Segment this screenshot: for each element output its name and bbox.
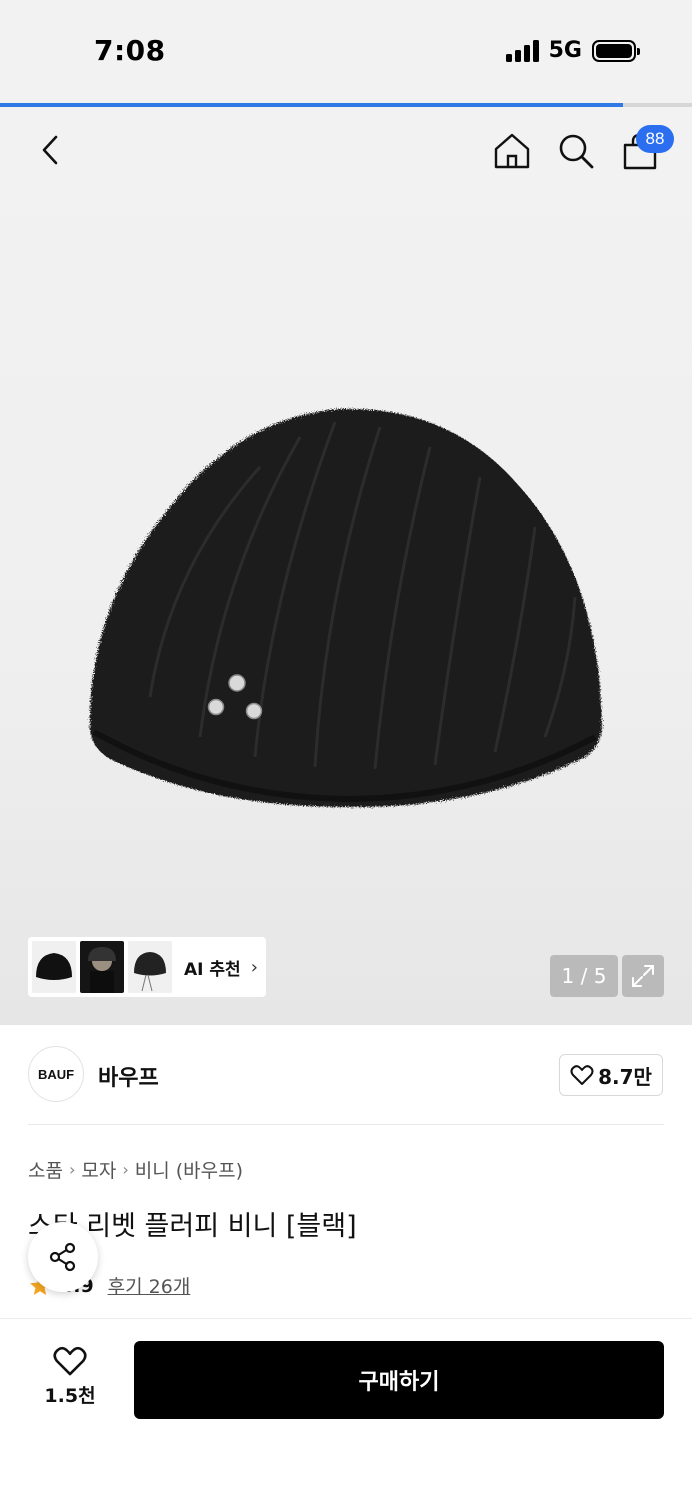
brand-like-count: 8.7만 bbox=[598, 1064, 652, 1089]
signal-icon bbox=[505, 39, 539, 62]
heart-icon bbox=[570, 1065, 594, 1085]
share-button[interactable] bbox=[28, 1222, 98, 1292]
bottom-action-bar: 1.5천 구매하기 bbox=[0, 1318, 692, 1500]
brand-name[interactable]: 바우프 bbox=[98, 1060, 159, 1092]
battery-icon bbox=[592, 39, 640, 62]
review-count-link[interactable]: 후기 26개 bbox=[108, 1272, 191, 1299]
cart-badge[interactable]: 88 bbox=[636, 125, 674, 153]
heart-icon bbox=[53, 1346, 87, 1376]
image-page-indicator: 1 / 5 bbox=[550, 955, 618, 997]
breadcrumb: 소품 › 모자 › 비니 (바우프) bbox=[28, 1156, 243, 1183]
home-icon[interactable] bbox=[492, 131, 532, 171]
chevron-right-icon: › bbox=[68, 1160, 76, 1179]
network-label: 5G bbox=[548, 38, 582, 63]
divider bbox=[28, 1124, 664, 1125]
brand-like-button[interactable]: 8.7만 bbox=[559, 1054, 663, 1096]
breadcrumb-item[interactable]: 모자 bbox=[81, 1156, 116, 1183]
breadcrumb-item[interactable]: 비니 (바우프) bbox=[135, 1156, 243, 1183]
search-icon[interactable] bbox=[556, 131, 596, 171]
share-icon bbox=[49, 1242, 76, 1272]
chevron-right-icon: › bbox=[122, 1160, 129, 1179]
recommendation-thumbnail[interactable] bbox=[80, 941, 124, 993]
ai-recommendation-card[interactable]: AI 추천 › bbox=[28, 937, 266, 997]
expand-icon bbox=[632, 965, 654, 987]
product-gallery[interactable]: 88 AI 추천 › 1 / 5 bbox=[0, 107, 692, 1025]
recommendation-thumbnail[interactable] bbox=[32, 941, 76, 993]
status-time: 7:08 bbox=[94, 34, 166, 67]
expand-button[interactable] bbox=[622, 955, 664, 997]
chevron-right-icon: › bbox=[250, 956, 258, 978]
ai-recommend-label: AI 추천 bbox=[184, 959, 241, 980]
back-icon[interactable] bbox=[34, 133, 68, 167]
status-bar: 7:08 5G bbox=[0, 0, 692, 104]
buy-button[interactable]: 구매하기 bbox=[134, 1341, 664, 1419]
product-image[interactable] bbox=[80, 397, 610, 817]
breadcrumb-item[interactable]: 소품 bbox=[28, 1156, 63, 1183]
wishlist-button[interactable]: 1.5천 bbox=[30, 1345, 110, 1408]
status-indicators: 5G bbox=[505, 38, 640, 63]
brand-logo[interactable]: BAUF bbox=[28, 1046, 84, 1102]
recommendation-thumbnail[interactable] bbox=[128, 941, 172, 993]
wishlist-count: 1.5천 bbox=[44, 1385, 96, 1407]
